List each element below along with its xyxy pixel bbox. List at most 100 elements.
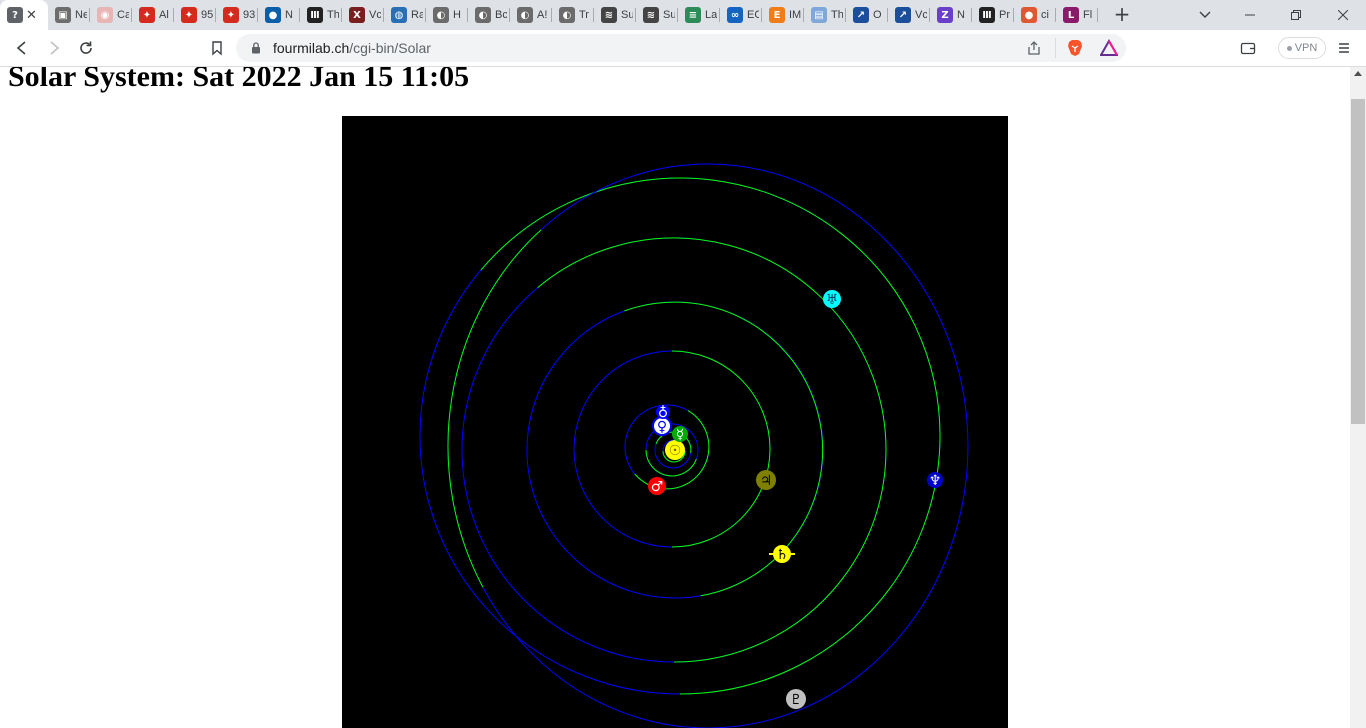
- browser-tab[interactable]: ✦ 93: [216, 0, 258, 30]
- mars-symbol: ♂: [651, 479, 664, 495]
- share-icon: [1028, 41, 1040, 55]
- ec-favicon-icon: ∞: [727, 7, 743, 23]
- browser-tab[interactable]: ↗ O: [846, 0, 888, 30]
- stripes-favicon-icon: ≋: [601, 7, 617, 23]
- scroll-up-arrow-icon[interactable]: [1354, 71, 1362, 76]
- browser-tab[interactable]: ≋ Su: [594, 0, 636, 30]
- chevron-down-icon: [1199, 11, 1211, 18]
- tab-title: Ra: [411, 9, 423, 21]
- tab-title: O: [873, 9, 882, 21]
- maple-leaf-favicon-icon: ✦: [181, 7, 197, 23]
- tab-title: ci: [1041, 9, 1049, 21]
- tab-title: Tr: [579, 9, 589, 21]
- wallet-icon: [1240, 42, 1256, 55]
- back-button[interactable]: [12, 38, 32, 58]
- saturn-symbol: ♄: [776, 547, 789, 563]
- noaa-favicon-icon: ●: [265, 7, 281, 23]
- address-bar-divider: [1055, 38, 1056, 58]
- rocket-favicon-icon: ↗: [853, 7, 869, 23]
- vpn-button[interactable]: VPN: [1278, 37, 1326, 59]
- browser-tab[interactable]: ≡ La: [678, 0, 720, 30]
- globe-favicon-icon: ◐: [559, 7, 575, 23]
- saturn-orbit-near: [624, 301, 824, 597]
- browser-tab[interactable]: ◐ A!: [510, 0, 552, 30]
- globe-favicon-icon: ◐: [517, 7, 533, 23]
- solar-system-orrery: ☉☿ ♀♁ ♂ ♃ ♄ ♅ ♆ ♇: [342, 116, 1008, 728]
- minimize-button[interactable]: [1227, 0, 1273, 30]
- brave-shields-button[interactable]: [1066, 39, 1084, 61]
- fourmilab-favicon-icon: ?: [7, 7, 23, 23]
- browser-tab[interactable]: ? ✕: [0, 0, 48, 30]
- tab-title: Th: [327, 9, 339, 21]
- doc-favicon-icon: ▤: [811, 7, 827, 23]
- mercury-symbol: ☿: [676, 427, 685, 443]
- browser-tab[interactable]: ◐ H: [426, 0, 468, 30]
- share-button[interactable]: [1026, 40, 1042, 60]
- rewards-triangle-icon: [1099, 38, 1119, 56]
- maple-leaf-favicon-icon: ✦: [139, 7, 155, 23]
- browser-tab[interactable]: ▤ Th: [804, 0, 846, 30]
- globe-favicon-icon: ◍: [391, 7, 407, 23]
- address-bar[interactable]: fourmilab.ch/cgi-bin/Solar: [236, 34, 1126, 62]
- neptune-orbit-near: [480, 177, 941, 695]
- close-tab-icon[interactable]: ✕: [26, 8, 37, 23]
- menu-button[interactable]: [1334, 38, 1354, 58]
- reload-button[interactable]: [76, 38, 96, 58]
- tab-title: Ca: [117, 9, 129, 21]
- vertical-scrollbar[interactable]: [1350, 67, 1366, 728]
- tab-title: N: [285, 9, 293, 21]
- scrollbar-thumb[interactable]: [1351, 99, 1365, 424]
- image-favicon-icon: ▣: [55, 7, 71, 23]
- browser-tab[interactable]: ▣ Ne: [48, 0, 90, 30]
- brave-lion-icon: [1068, 40, 1082, 56]
- museum-favicon-icon: Ⅲ: [979, 7, 995, 23]
- pluto-orbit-near: [447, 229, 542, 588]
- restore-icon: [1291, 10, 1301, 20]
- l-favicon-icon: L: [1063, 7, 1079, 23]
- restore-button[interactable]: [1273, 0, 1319, 30]
- menu-icon: [1339, 43, 1349, 53]
- minimize-icon: [1245, 14, 1255, 16]
- browser-tab[interactable]: ◉ Ca: [90, 0, 132, 30]
- browser-tab[interactable]: ● ci: [1014, 0, 1056, 30]
- browser-tab[interactable]: Ⅲ Th: [300, 0, 342, 30]
- forward-arrow-icon: [50, 41, 60, 55]
- url-host: fourmilab.ch: [273, 40, 350, 56]
- browser-tab[interactable]: Ⅲ Pr: [972, 0, 1014, 30]
- browser-tab[interactable]: ∞ EC: [720, 0, 762, 30]
- close-window-button[interactable]: [1320, 0, 1366, 30]
- tab-search-button[interactable]: [1197, 6, 1213, 22]
- lock-icon: [252, 42, 260, 54]
- brave-rewards-button[interactable]: [1099, 38, 1119, 61]
- browser-tab[interactable]: ◐ Tr: [552, 0, 594, 30]
- globe-favicon-icon: ◐: [433, 7, 449, 23]
- forward-button[interactable]: [44, 38, 64, 58]
- browser-tab[interactable]: ◍ Ra: [384, 0, 426, 30]
- neptune-symbol: ♆: [929, 473, 942, 489]
- tab-title: IM: [789, 9, 801, 21]
- browser-tab[interactable]: ≋ Su: [636, 0, 678, 30]
- browser-tab[interactable]: ✦ Al: [132, 0, 174, 30]
- tab-title: 95: [201, 9, 213, 21]
- wallet-button[interactable]: [1238, 38, 1258, 58]
- browser-tab[interactable]: ✦ 95: [174, 0, 216, 30]
- x-favicon-icon: X: [349, 7, 365, 23]
- browser-tab[interactable]: ↗ Vc: [888, 0, 930, 30]
- pluto-symbol: ♇: [790, 692, 803, 708]
- browser-tab[interactable]: X Vc: [342, 0, 384, 30]
- url-text: fourmilab.ch/cgi-bin/Solar: [273, 40, 431, 56]
- tab-title: Ne: [75, 9, 87, 21]
- browser-tab[interactable]: ◐ Bc: [468, 0, 510, 30]
- browser-tab[interactable]: ● N: [258, 0, 300, 30]
- tab-title: Pr: [999, 9, 1010, 21]
- url-path: /cgi-bin/Solar: [349, 40, 431, 56]
- tab-title: N: [957, 9, 965, 21]
- browser-tab[interactable]: E IM: [762, 0, 804, 30]
- new-tab-button[interactable]: +: [1111, 3, 1133, 27]
- tab-title: Vc: [369, 9, 381, 21]
- browser-tab[interactable]: L Fl: [1056, 0, 1098, 30]
- browser-tab[interactable]: ZN: [930, 0, 972, 30]
- bookmark-button[interactable]: [207, 38, 227, 58]
- tab-title: Th: [831, 9, 843, 21]
- browser-toolbar: fourmilab.ch/cgi-bin/Solar VPN: [0, 30, 1366, 67]
